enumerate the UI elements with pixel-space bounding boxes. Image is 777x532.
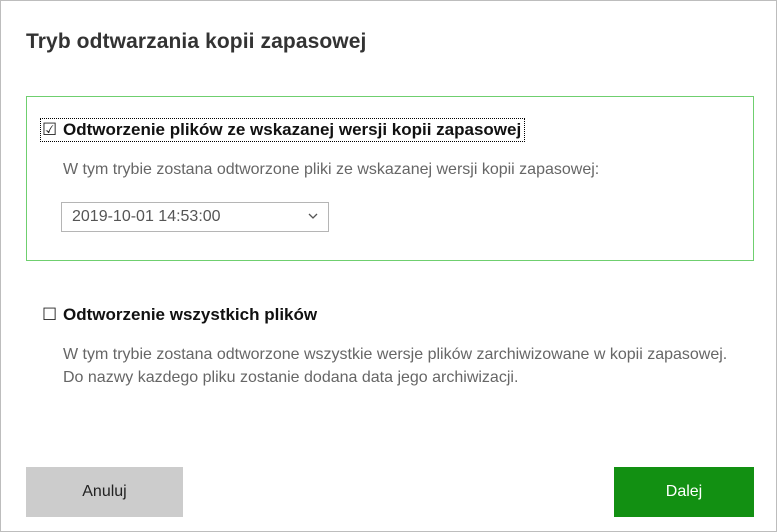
checkbox-checked-icon[interactable]: ☑ xyxy=(42,120,59,140)
checkbox-unchecked-icon[interactable]: ☐ xyxy=(42,305,59,325)
option-restore-all-files-label[interactable]: Odtworzenie wszystkich plików xyxy=(63,305,317,325)
backup-version-select-value: 2019-10-01 14:53:00 xyxy=(72,208,221,225)
chevron-down-icon xyxy=(308,213,318,219)
option-restore-from-version-header[interactable]: ☑ Odtworzenie plików ze wskazanej wersji… xyxy=(39,118,526,142)
option-restore-all-files-description: W tym trybie zostana odtworzone wszystki… xyxy=(63,346,728,386)
next-button[interactable]: Dalej xyxy=(614,467,754,517)
option-restore-from-version-label[interactable]: Odtworzenie plików ze wskazanej wersji k… xyxy=(63,120,521,140)
restore-mode-dialog: Tryb odtwarzania kopii zapasowej ☑ Odtwo… xyxy=(0,0,777,532)
option-restore-from-version[interactable]: ☑ Odtworzenie plików ze wskazanej wersji… xyxy=(26,96,754,261)
option-restore-from-version-description: W tym trybie zostana odtworzone pliki ze… xyxy=(63,161,600,178)
backup-version-select[interactable]: 2019-10-01 14:53:00 xyxy=(61,202,329,232)
option-restore-all-files-header[interactable]: ☐ Odtworzenie wszystkich plików xyxy=(42,305,317,325)
cancel-button[interactable]: Anuluj xyxy=(26,467,183,517)
dialog-title: Tryb odtwarzania kopii zapasowej xyxy=(26,30,367,53)
option-restore-all-files[interactable]: ☐ Odtworzenie wszystkich plików W tym tr… xyxy=(26,281,754,401)
